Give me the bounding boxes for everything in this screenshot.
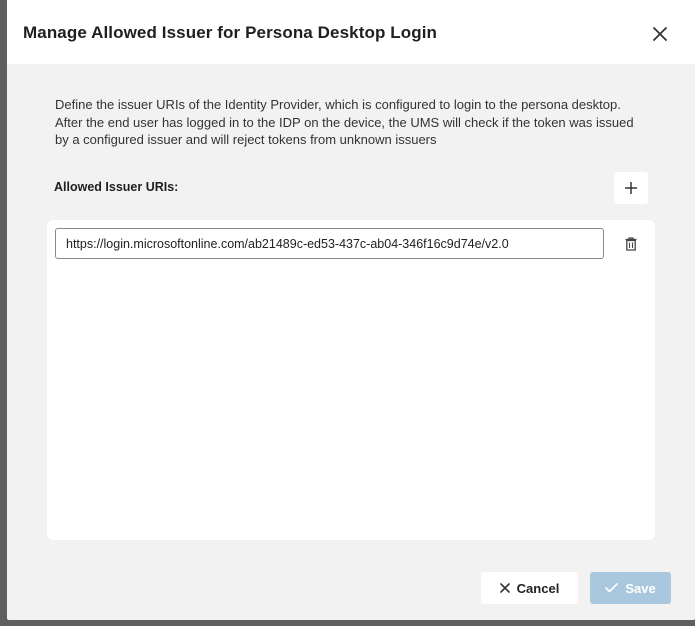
cancel-label: Cancel (516, 580, 560, 596)
cancel-button[interactable]: Cancel (481, 572, 578, 604)
x-icon (499, 583, 510, 593)
close-icon (653, 27, 667, 41)
dialog-title: Manage Allowed Issuer for Persona Deskto… (23, 23, 438, 42)
dialog-header: Manage Allowed Issuer for Persona Deskto… (7, 0, 695, 64)
trash-icon (625, 237, 637, 251)
add-issuer-button[interactable] (614, 172, 648, 204)
dialog-description: Define the issuer URIs of the Identity P… (55, 97, 634, 147)
save-button[interactable]: Save (590, 572, 671, 604)
close-button[interactable] (648, 22, 672, 46)
delete-issuer-button[interactable] (621, 234, 641, 254)
issuer-list (47, 220, 655, 540)
manage-issuer-dialog: Manage Allowed Issuer for Persona Deskto… (7, 0, 695, 620)
check-icon (605, 583, 619, 593)
plus-icon (625, 182, 637, 194)
allowed-issuer-label: Allowed Issuer URIs: (54, 180, 179, 194)
issuer-uri-input[interactable] (55, 228, 604, 259)
save-label: Save (625, 580, 656, 596)
